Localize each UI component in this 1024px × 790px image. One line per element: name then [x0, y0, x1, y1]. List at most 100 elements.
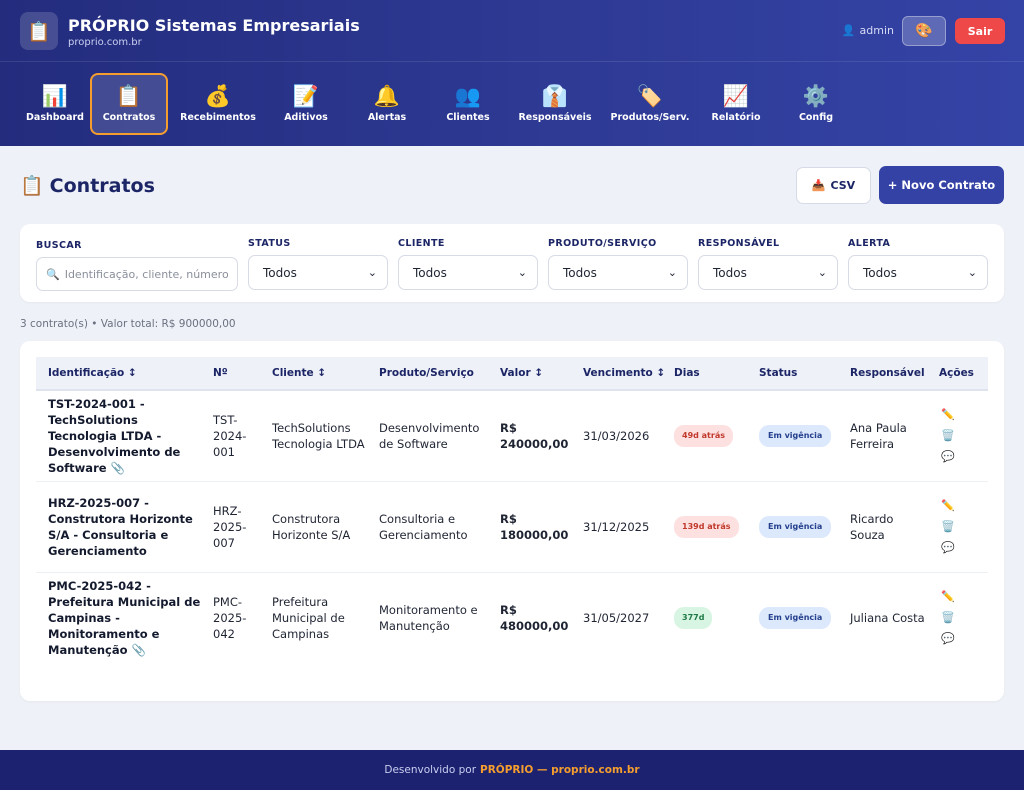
necktie-icon: 👔 — [541, 84, 569, 108]
csv-export-button[interactable]: 📥 CSV — [796, 167, 871, 204]
status-badge: Em vigência — [759, 606, 832, 629]
select-value: Todos — [713, 265, 747, 280]
filters-panel: BUSCAR 🔍 STATUS Todos ⌄ CLIENTE Todos ⌄ … — [20, 224, 1004, 302]
trash-icon[interactable]: 🗑️ — [941, 520, 955, 534]
trash-icon[interactable]: 🗑️ — [941, 611, 955, 625]
nav-item-label: Relatório — [711, 112, 761, 123]
pencil-icon[interactable]: ✏️ — [941, 408, 955, 422]
nav-item-label: Dashboard — [26, 112, 84, 123]
search-icon: 🔍 — [46, 267, 60, 281]
col-cliente[interactable]: Cliente ↕ — [260, 357, 367, 391]
status-select[interactable]: Todos ⌄ — [248, 255, 388, 290]
table-row: HRZ-2025-007 - Construtora Horizonte S/A… — [36, 481, 988, 573]
bell-icon: 🔔 — [373, 84, 401, 108]
pencil-icon[interactable]: ✏️ — [941, 590, 955, 604]
logout-button[interactable]: Sair — [955, 18, 1005, 44]
responsavel-select[interactable]: Todos ⌄ — [698, 255, 838, 290]
select-value: Todos — [863, 265, 897, 280]
user-label: 👤 admin — [842, 24, 894, 37]
filter-label: CLIENTE — [398, 238, 445, 249]
nav-item-alertas[interactable]: 🔔 Alertas — [344, 73, 430, 135]
search-input[interactable] — [64, 267, 228, 281]
days-badge: 49d atrás — [674, 424, 733, 447]
app-header: 📋 PRÓPRIO Sistemas Empresariais proprio.… — [0, 0, 1024, 146]
comment-icon[interactable]: 💬 — [941, 541, 955, 555]
select-value: Todos — [563, 265, 597, 280]
top-bar: 📋 PRÓPRIO Sistemas Empresariais proprio.… — [0, 0, 1024, 62]
nav-item-config[interactable]: ⚙️ Config — [776, 73, 856, 135]
filter-label: ALERTA — [848, 238, 891, 249]
brand-title: PRÓPRIO Sistemas Empresariais — [68, 16, 360, 35]
app-footer: Desenvolvido por PRÓPRIO — proprio.com.b… — [0, 750, 1024, 790]
contracts-card: Identificação ↕ Nº Cliente ↕ Produto/Ser… — [20, 341, 1004, 701]
main-nav: 📊 Dashboard 📋 Contratos 💰 Recebimentos 📝… — [20, 73, 856, 135]
paperclip-icon[interactable]: 📎 — [111, 461, 125, 475]
row-actions: ✏️ 🗑️ 💬 — [939, 499, 988, 555]
nav-item-label: Responsáveis — [518, 112, 592, 123]
cell-produto: Monitoramento e Manutenção — [379, 602, 478, 633]
gear-icon: ⚙️ — [802, 84, 830, 108]
cell-valor: R$ 180000,00 — [488, 481, 571, 573]
cell-valor: R$ 240000,00 — [488, 390, 571, 482]
chevron-down-icon: ⌄ — [667, 266, 677, 279]
trash-icon[interactable]: 🗑️ — [941, 429, 955, 443]
col-acoes: Ações — [927, 357, 988, 391]
palette-icon: 🎨 — [915, 23, 933, 39]
money-bag-icon: 💰 — [204, 84, 232, 108]
select-value: Todos — [263, 265, 297, 280]
pencil-icon[interactable]: ✏️ — [941, 499, 955, 513]
cell-status: Em vigência — [747, 572, 838, 663]
status-badge: Em vigência — [759, 424, 832, 447]
identificacao-text: PMC-2025-042 - Prefeitura Municipal de C… — [48, 578, 201, 657]
col-vencimento[interactable]: Vencimento ↕ — [571, 357, 665, 391]
search-box[interactable]: 🔍 — [36, 257, 238, 291]
col-dias: Dias — [662, 357, 747, 391]
col-status: Status — [747, 357, 838, 391]
nav-item-produtos[interactable]: 🏷️ Produtos/Serv. — [604, 73, 696, 135]
nav-item-label: Aditivos — [284, 112, 328, 123]
produto-select[interactable]: Todos ⌄ — [548, 255, 688, 290]
nav-item-relatorio[interactable]: 📈 Relatório — [696, 73, 776, 135]
col-identificacao[interactable]: Identificação ↕ — [36, 357, 201, 391]
filter-alerta: ALERTA Todos ⌄ — [848, 238, 988, 290]
people-icon: 👥 — [454, 84, 482, 108]
clipboard-icon: 📋 — [20, 12, 58, 50]
cell-status: Em vigência — [747, 481, 838, 573]
comment-icon[interactable]: 💬 — [941, 632, 955, 646]
cell-numero: HRZ-2025-007 — [201, 481, 260, 573]
filter-produto: PRODUTO/SERVIÇO Todos ⌄ — [548, 238, 688, 290]
tag-icon: 🏷️ — [636, 84, 664, 108]
cell-dias: 139d atrás — [662, 481, 747, 573]
nav-item-label: Alertas — [367, 112, 407, 123]
col-produto: Produto/Serviço — [367, 357, 488, 391]
nav-item-clientes[interactable]: 👥 Clientes — [430, 73, 506, 135]
new-contract-button[interactable]: + Novo Contrato — [879, 166, 1004, 204]
filter-label: PRODUTO/SERVIÇO — [548, 238, 657, 249]
clipboard-icon: 📋 — [20, 175, 44, 197]
nav-item-label: Recebimentos — [180, 112, 256, 123]
nav-item-dashboard[interactable]: 📊 Dashboard — [20, 73, 90, 135]
filter-status: STATUS Todos ⌄ — [248, 238, 388, 290]
contracts-table: Identificação ↕ Nº Cliente ↕ Produto/Ser… — [36, 357, 988, 663]
comment-icon[interactable]: 💬 — [941, 450, 955, 464]
user-name: admin — [859, 24, 894, 37]
nav-item-recebimentos[interactable]: 💰 Recebimentos — [168, 73, 268, 135]
footer-brand-link[interactable]: PRÓPRIO — proprio.com.br — [480, 764, 640, 776]
status-badge: Em vigência — [759, 515, 832, 538]
cell-vencimento: 31/03/2026 — [571, 390, 662, 482]
theme-button[interactable]: 🎨 — [902, 16, 946, 46]
col-valor[interactable]: Valor ↕ — [488, 357, 571, 391]
cell-cliente: Construtora Horizonte S/A — [260, 481, 367, 573]
paperclip-icon[interactable]: 📎 — [132, 643, 146, 657]
nav-item-aditivos[interactable]: 📝 Aditivos — [268, 73, 344, 135]
nav-item-responsaveis[interactable]: 👔 Responsáveis — [506, 73, 604, 135]
filter-responsavel: RESPONSÁVEL Todos ⌄ — [698, 238, 838, 290]
memo-icon: 📝 — [292, 84, 320, 108]
cliente-select[interactable]: Todos ⌄ — [398, 255, 538, 290]
row-actions: ✏️ 🗑️ 💬 — [939, 590, 988, 646]
line-chart-icon: 📈 — [722, 84, 750, 108]
alerta-select[interactable]: Todos ⌄ — [848, 255, 988, 290]
cell-valor: R$ 480000,00 — [500, 602, 569, 633]
nav-item-contratos[interactable]: 📋 Contratos — [90, 73, 168, 135]
cell-cliente: Prefeitura Municipal de Campinas — [272, 594, 345, 641]
